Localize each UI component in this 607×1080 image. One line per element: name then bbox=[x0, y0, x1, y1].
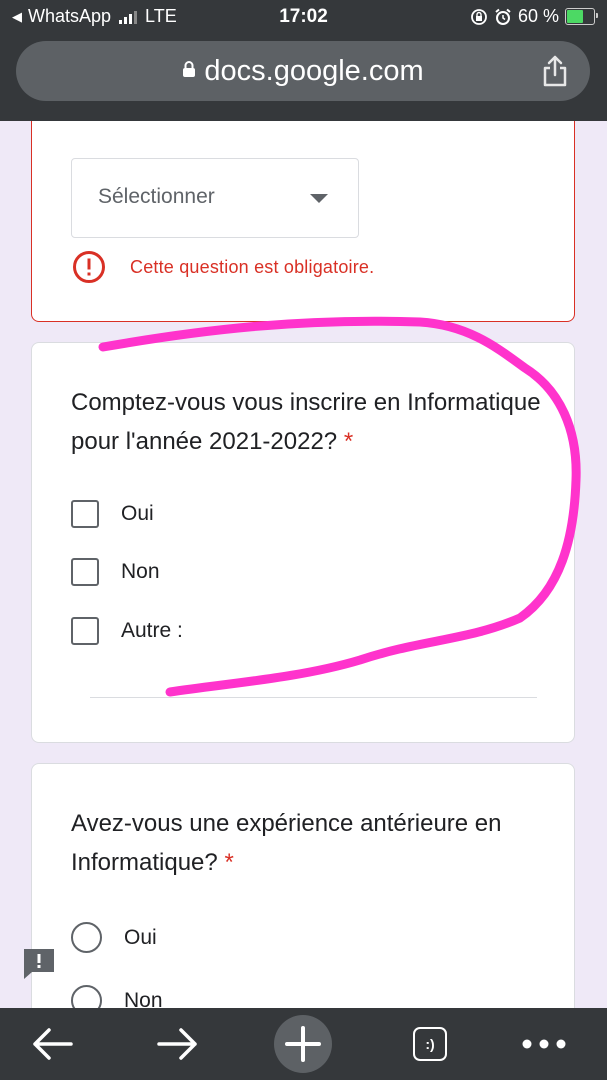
url-text-wrap: docs.google.com bbox=[16, 41, 590, 101]
option-label: Oui bbox=[124, 925, 157, 949]
radio-option-oui[interactable]: Oui bbox=[71, 922, 157, 953]
alarm-icon bbox=[495, 8, 511, 25]
browser-top-chrome: ◀ WhatsApp LTE 17:02 60 % docs.google.co… bbox=[0, 0, 607, 121]
dropdown-select[interactable]: Sélectionner bbox=[71, 158, 359, 238]
question-card-1: Comptez-vous vous inscrire en Informatiq… bbox=[31, 342, 575, 743]
error-message: Cette question est obligatoire. bbox=[130, 256, 375, 277]
checkbox[interactable] bbox=[71, 500, 99, 528]
url-text: docs.google.com bbox=[204, 55, 424, 87]
question-title: Avez-vous une expérience antérieure en I… bbox=[71, 804, 544, 882]
checkbox-option-autre[interactable]: Autre : bbox=[71, 617, 183, 645]
other-text-input[interactable] bbox=[90, 697, 537, 698]
checkbox[interactable] bbox=[71, 617, 99, 645]
checkbox-option-non[interactable]: Non bbox=[71, 558, 160, 586]
url-bar[interactable]: docs.google.com bbox=[16, 41, 590, 101]
arrow-left-icon bbox=[33, 1028, 73, 1060]
radio-button[interactable] bbox=[71, 985, 102, 1008]
feedback-icon[interactable] bbox=[22, 947, 56, 981]
option-label: Oui bbox=[121, 502, 154, 525]
orientation-lock-icon bbox=[471, 8, 487, 25]
option-label: Autre : bbox=[121, 619, 183, 642]
plus-icon bbox=[285, 1026, 321, 1062]
checkbox-option-oui[interactable]: Oui bbox=[71, 500, 154, 528]
lock-icon bbox=[183, 61, 196, 78]
browser-toolbar: :) bbox=[0, 1008, 607, 1080]
radio-option-non[interactable]: Non bbox=[71, 985, 163, 1008]
required-mark: * bbox=[343, 428, 354, 455]
dropdown-placeholder: Sélectionner bbox=[98, 185, 215, 208]
tabs-button[interactable]: :) bbox=[400, 1008, 460, 1080]
option-label: Non bbox=[121, 560, 160, 583]
checkbox[interactable] bbox=[71, 558, 99, 586]
more-button[interactable] bbox=[514, 1008, 574, 1080]
error-icon bbox=[73, 251, 105, 283]
battery-icon bbox=[565, 8, 598, 25]
new-tab-circle bbox=[274, 1015, 332, 1073]
more-dots-icon bbox=[522, 1039, 566, 1049]
form-content[interactable]: Sélectionner Cette question est obligato… bbox=[0, 121, 607, 1008]
back-button[interactable] bbox=[22, 1008, 82, 1080]
question-title: Comptez-vous vous inscrire en Informatiq… bbox=[71, 383, 544, 461]
question-card-error: Sélectionner Cette question est obligato… bbox=[31, 121, 575, 322]
status-bar: ◀ WhatsApp LTE 17:02 60 % bbox=[0, 0, 607, 34]
question-text: Comptez-vous vous inscrire en Informatiq… bbox=[71, 389, 541, 455]
battery-percent: 60 % bbox=[517, 6, 559, 26]
status-right: 60 % bbox=[470, 6, 598, 27]
error-row: Cette question est obligatoire. bbox=[72, 250, 374, 284]
new-tab-button[interactable] bbox=[273, 1008, 333, 1080]
tabs-icon: :) bbox=[413, 1027, 447, 1061]
question-text: Avez-vous une expérience antérieure en I… bbox=[71, 810, 502, 876]
share-icon[interactable] bbox=[542, 55, 568, 87]
required-mark: * bbox=[224, 849, 234, 876]
forward-button[interactable] bbox=[148, 1008, 208, 1080]
option-label: Non bbox=[124, 988, 163, 1009]
question-card-2: Avez-vous une expérience antérieure en I… bbox=[31, 763, 575, 1008]
arrow-right-icon bbox=[157, 1028, 197, 1060]
battery-fill bbox=[567, 10, 583, 23]
radio-button[interactable] bbox=[71, 922, 102, 953]
chevron-down-icon bbox=[310, 194, 328, 203]
